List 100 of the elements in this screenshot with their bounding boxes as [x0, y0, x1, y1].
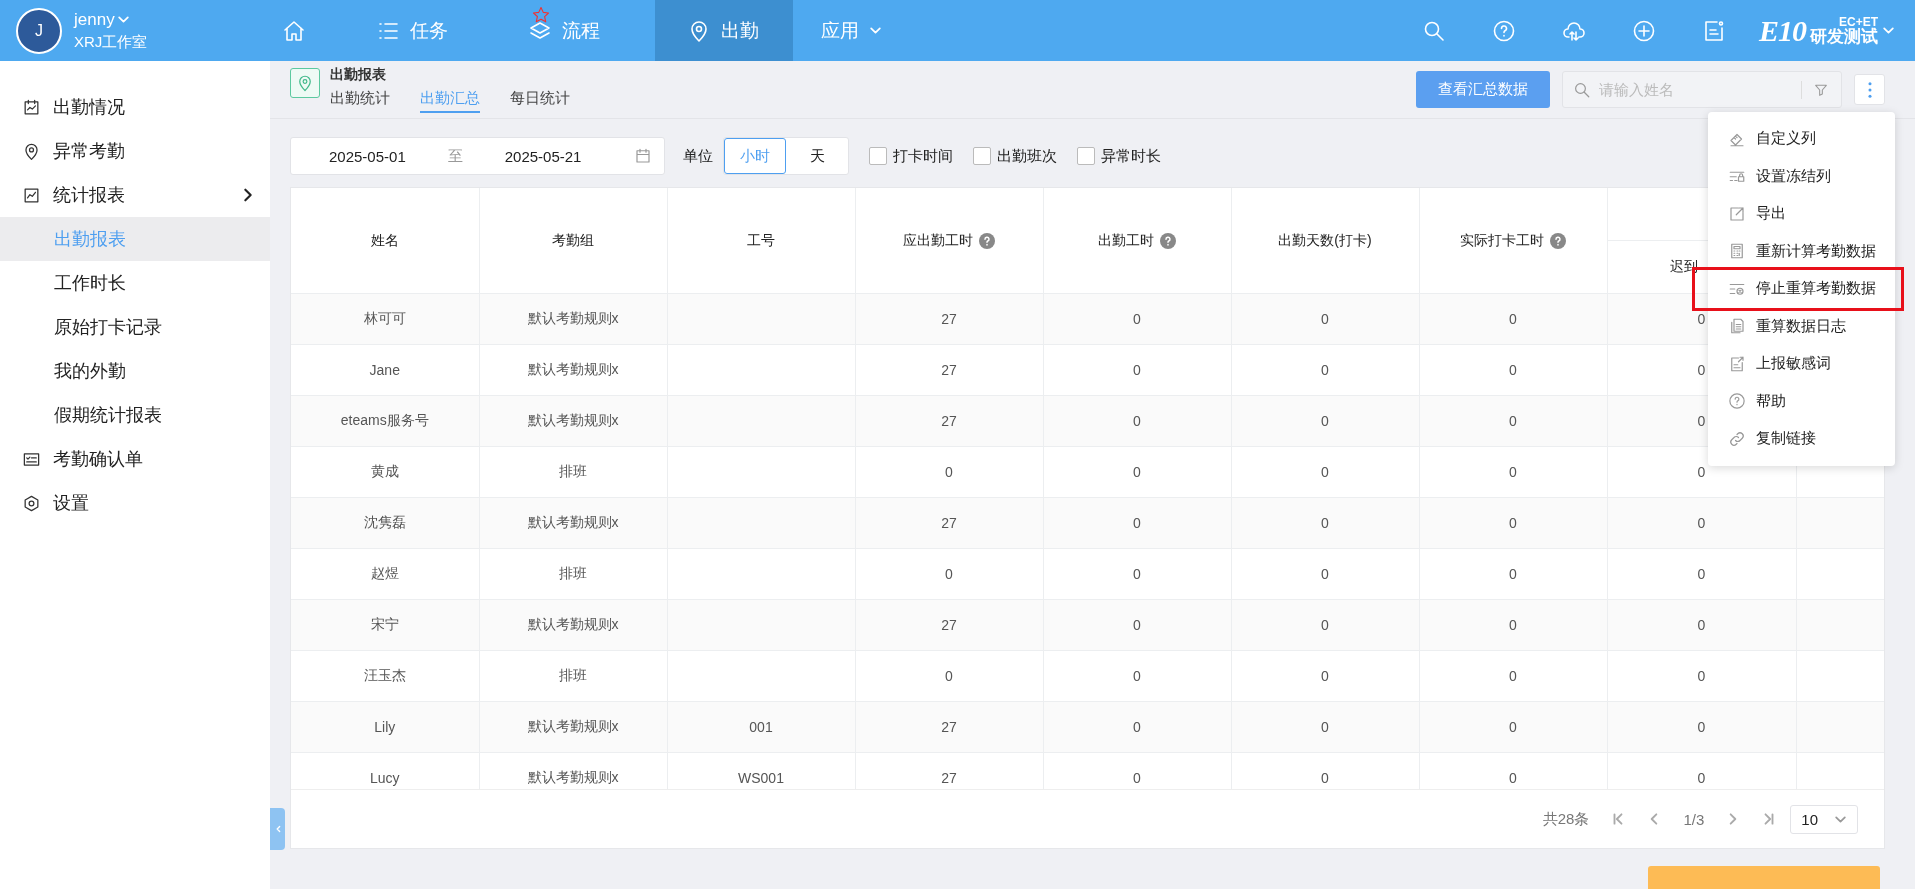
- column-header: 姓名: [370, 231, 399, 250]
- table-cell: 排班: [559, 667, 587, 683]
- menu-item[interactable]: 导出: [1708, 195, 1895, 233]
- table-cell: 0: [1321, 464, 1329, 480]
- tab[interactable]: 出勤统计: [330, 89, 390, 113]
- sidebar-item[interactable]: 设置: [0, 481, 270, 525]
- table-cell: 27: [941, 362, 957, 378]
- caret-icon[interactable]: [1882, 24, 1895, 37]
- table-cell: 0: [1321, 719, 1329, 735]
- date-range-field[interactable]: 2025-05-01 至 2025-05-21: [290, 137, 665, 175]
- note-icon: [1702, 18, 1726, 43]
- table-cell: 0: [1509, 719, 1517, 735]
- menu-item[interactable]: 重新计算考勤数据: [1708, 232, 1895, 270]
- table-cell: 0: [1697, 566, 1706, 582]
- table-cell: 0: [1133, 617, 1141, 633]
- sidebar-subitem[interactable]: 工作时长: [0, 261, 270, 305]
- column-header: 实际打卡工时: [1460, 231, 1544, 250]
- table-cell: 0: [1509, 668, 1517, 684]
- table-cell: 林可可: [363, 310, 406, 326]
- calendar-chart-icon: [22, 97, 41, 117]
- table-cell: Jane: [369, 362, 400, 378]
- sidebar-subitem[interactable]: 假期统计报表: [0, 393, 270, 437]
- table-cell: 0: [1697, 464, 1706, 480]
- menu-item[interactable]: 设置冻结列: [1708, 157, 1895, 195]
- export-icon: [1728, 204, 1746, 223]
- brand-tagline: EC+ET: [1839, 16, 1878, 28]
- sidebar-subitem[interactable]: 原始打卡记录: [0, 305, 270, 349]
- table-cell: Lucy: [369, 770, 400, 786]
- table-cell: 0: [1697, 719, 1706, 735]
- tab[interactable]: 每日统计: [510, 89, 570, 113]
- sidebar-item[interactable]: 考勤确认单: [0, 437, 270, 481]
- menu-item[interactable]: 复制链接: [1708, 420, 1895, 458]
- checkbox-label: 异常时长: [1101, 146, 1161, 166]
- brand-logo: E10: [1759, 13, 1806, 48]
- checkbox[interactable]: 异常时长: [1077, 146, 1161, 166]
- unit-option[interactable]: 天: [786, 138, 848, 174]
- filter-icon[interactable]: [1813, 82, 1829, 98]
- checkbox[interactable]: 出勤班次: [973, 146, 1057, 166]
- table-cell: 0: [1133, 362, 1141, 378]
- checkbox-box[interactable]: [869, 147, 887, 165]
- table-cell: 27: [941, 515, 957, 531]
- sidebar-subitem[interactable]: 我的外勤: [0, 349, 270, 393]
- table-cell: 默认考勤规则x: [527, 616, 619, 632]
- table-cell: 默认考勤规则x: [527, 310, 619, 326]
- more-button[interactable]: [1854, 74, 1885, 105]
- table-cell: 沈隽磊: [363, 514, 406, 530]
- table-cell: WS001: [738, 770, 784, 786]
- table-cell: 默认考勤规则x: [527, 514, 619, 530]
- checkbox-box[interactable]: [1077, 147, 1095, 165]
- checkbox-box[interactable]: [973, 147, 991, 165]
- more-icon: [1866, 80, 1873, 99]
- table-cell: 默认考勤规则x: [527, 361, 619, 377]
- table-cell: 黄成: [370, 463, 399, 479]
- caret-icon[interactable]: [116, 13, 130, 26]
- sidebar-item[interactable]: 异常考勤: [0, 129, 270, 173]
- table-cell: 0: [1697, 770, 1706, 786]
- table-cell: 0: [1321, 413, 1329, 429]
- table-cell: 0: [1321, 515, 1329, 531]
- date-separator: 至: [447, 146, 463, 166]
- table-cell: 27: [941, 617, 957, 633]
- table-cell: 0: [1133, 413, 1141, 429]
- table-cell: eteams服务号: [340, 412, 429, 428]
- menu-item[interactable]: 重算数据日志: [1708, 307, 1895, 345]
- table-cell: 27: [941, 413, 957, 429]
- table-cell: 0: [1509, 515, 1517, 531]
- table-cell: 汪玉杰: [363, 667, 406, 683]
- table-cell: 0: [1697, 515, 1706, 531]
- column-header: 考勤组: [552, 231, 594, 250]
- table-cell: 0: [1321, 770, 1329, 786]
- menu-item[interactable]: 自定义列: [1708, 120, 1895, 158]
- table-cell: 0: [1509, 617, 1517, 633]
- table-cell: 0: [1133, 464, 1141, 480]
- table-cell: 0: [1697, 668, 1706, 684]
- report-icon: [1728, 354, 1746, 373]
- table-cell: 0: [1321, 668, 1329, 684]
- table-cell: 0: [1321, 311, 1329, 327]
- table-cell: 0: [1133, 566, 1141, 582]
- page-size-select[interactable]: 10: [1790, 804, 1858, 834]
- checkbox[interactable]: 打卡时间: [869, 146, 953, 166]
- table-cell: 0: [945, 464, 953, 480]
- table-cell: 宋宁: [370, 616, 399, 632]
- sidebar-item[interactable]: 统计报表: [0, 173, 270, 217]
- start-date: 2025-05-01: [329, 147, 406, 165]
- menu-item[interactable]: 上报敏感词: [1708, 345, 1895, 383]
- brand-name: 研发测试: [1810, 28, 1878, 45]
- table-cell: 27: [941, 719, 957, 735]
- avatar[interactable]: J: [16, 7, 62, 54]
- column-header: 工号: [747, 231, 775, 250]
- menu-item[interactable]: 帮助: [1708, 382, 1895, 420]
- collapse-sidebar-handle[interactable]: [270, 808, 285, 850]
- home-icon: [282, 18, 306, 43]
- column-header: 应出勤工时: [903, 231, 973, 250]
- table-cell: 0: [1509, 311, 1517, 327]
- location-pin-icon: [290, 67, 320, 98]
- table-cell: 001: [749, 719, 773, 735]
- column-header: 出勤天数(打卡): [1278, 231, 1372, 250]
- table-cell: 0: [1133, 311, 1141, 327]
- sidebar-item[interactable]: 出勤情况: [0, 85, 270, 129]
- table-cell: 0: [1697, 413, 1706, 429]
- calendar-icon: [634, 147, 652, 165]
